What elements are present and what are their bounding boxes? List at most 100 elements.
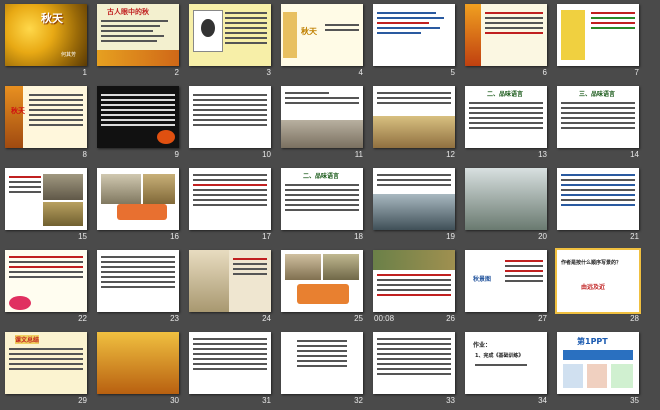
slide-canvas: 作业： 1、完成《基础训练》 [465,332,547,394]
slide-thumb-23[interactable]: 23 [92,246,184,328]
scene-image [143,174,175,204]
text-lines [9,348,83,373]
slide-number: 23 [170,314,179,323]
slide-number: 4 [358,68,363,77]
landscape-image [465,168,547,230]
slide-timing: 00:08 [374,314,395,323]
slide-thumb-5[interactable]: 5 [368,0,460,82]
slide-canvas: 第1PPT [557,332,639,394]
text-lines [377,174,451,189]
slide-canvas [281,250,363,312]
slide-canvas [373,332,455,394]
leaves-image [465,4,481,66]
flower-icon [9,296,31,310]
slide-thumb-13[interactable]: 二、品味语言 13 [460,82,552,164]
slide-number: 19 [446,232,455,241]
slide-thumb-33[interactable]: 33 [368,328,460,410]
text-lines [469,102,543,132]
slide-thumb-6[interactable]: 6 [460,0,552,82]
slide-thumb-15[interactable]: 15 [0,164,92,246]
slide-thumb-16[interactable]: 16 [92,164,184,246]
text-lines [325,24,359,34]
slide-canvas [281,332,363,394]
slide-thumb-27[interactable]: 秋景图 27 [460,246,552,328]
slide-thumb-14[interactable]: 三、品味语言 14 [552,82,644,164]
slide-canvas [97,332,179,394]
slide-number: 2 [174,68,179,77]
text-lines [9,256,83,281]
slide-canvas: 秋景图 [465,250,547,312]
slide-canvas: 秋天 [5,86,87,148]
slide-number: 6 [542,68,547,77]
slide-canvas [281,86,363,148]
slide-answer: 由远及近 [581,284,606,291]
text-lines [101,20,175,45]
thumb-image [611,364,633,388]
slide-thumb-21[interactable]: 21 [552,164,644,246]
slide-canvas: 课文总结 [5,332,87,394]
text-lines [101,256,175,291]
slide-number: 33 [446,396,455,405]
slide-sorter-grid: 秋天 何其芳 1 古人眼中的秋 2 3 秋天 4 5 6 7 秋天 8 9 10… [0,0,660,410]
slide-thumb-10[interactable]: 10 [184,82,276,164]
slide-thumb-12[interactable]: 12 [368,82,460,164]
slide-title: 课文总结 [15,335,40,344]
slide-thumb-18[interactable]: 二、品味语言 18 [276,164,368,246]
slide-number: 18 [354,232,363,241]
slide-title: 古人眼中的秋 [107,8,149,16]
slide-thumb-17[interactable]: 17 [184,164,276,246]
slide-thumb-29[interactable]: 课文总结 29 [0,328,92,410]
field-image [43,202,83,226]
slide-number: 21 [630,232,639,241]
thumb-image [587,364,607,388]
slide-thumb-35[interactable]: 第1PPT 35 [552,328,644,410]
slide-thumb-32[interactable]: 32 [276,328,368,410]
slide-number: 26 [446,314,455,323]
slide-thumb-1[interactable]: 秋天 何其芳 1 [0,0,92,82]
slide-thumb-7[interactable]: 7 [552,0,644,82]
slide-canvas [465,168,547,230]
river-image [373,194,455,230]
slide-number: 29 [78,396,87,405]
stone-image [43,174,83,200]
slide-canvas [189,86,271,148]
slide-thumb-19[interactable]: 19 [368,164,460,246]
slide-canvas: 古人眼中的秋 [97,4,179,66]
slide-thumb-20[interactable]: 20 [460,164,552,246]
decor-strip [5,86,23,148]
slide-number: 16 [170,232,179,241]
slide-canvas: 作者是按什么顺序写景的？ 由远及近 [555,248,641,314]
text-lines [285,184,359,214]
slide-number: 9 [174,150,179,159]
slide-number: 34 [538,396,547,405]
decor-strip [283,12,297,58]
slide-canvas [373,4,455,66]
slide-thumb-4[interactable]: 秋天 4 [276,0,368,82]
slide-thumb-31[interactable]: 31 [184,328,276,410]
slide-thumb-9[interactable]: 9 [92,82,184,164]
slide-thumb-30[interactable]: 30 [92,328,184,410]
scene-image [285,254,321,280]
slide-thumb-11[interactable]: 11 [276,82,368,164]
slide-title: 三、品味语言 [579,91,616,98]
slide-thumb-25[interactable]: 25 [276,246,368,328]
slide-number: 7 [634,68,639,77]
slide-thumb-26[interactable]: 00:08 26 [368,246,460,328]
slide-number: 5 [450,68,455,77]
text-lines [285,92,359,107]
slide-number: 13 [538,150,547,159]
slide-canvas: 秋天 [281,4,363,66]
slide-thumb-24[interactable]: 24 [184,246,276,328]
slide-text: 1、完成《基础训练》 [475,353,524,359]
slide-canvas [189,332,271,394]
slide-thumb-22[interactable]: 22 [0,246,92,328]
wordart-banner [117,204,167,220]
slide-canvas: 二、品味语言 [281,168,363,230]
slide-thumb-8[interactable]: 秋天 8 [0,82,92,164]
slide-thumb-2[interactable]: 古人眼中的秋 2 [92,0,184,82]
slide-thumb-28[interactable]: 作者是按什么顺序写景的？ 由远及近 28 [552,246,644,328]
slide-thumb-34[interactable]: 作业： 1、完成《基础训练》 34 [460,328,552,410]
slide-number: 30 [170,396,179,405]
slide-thumb-3[interactable]: 3 [184,0,276,82]
slide-number: 17 [262,232,271,241]
